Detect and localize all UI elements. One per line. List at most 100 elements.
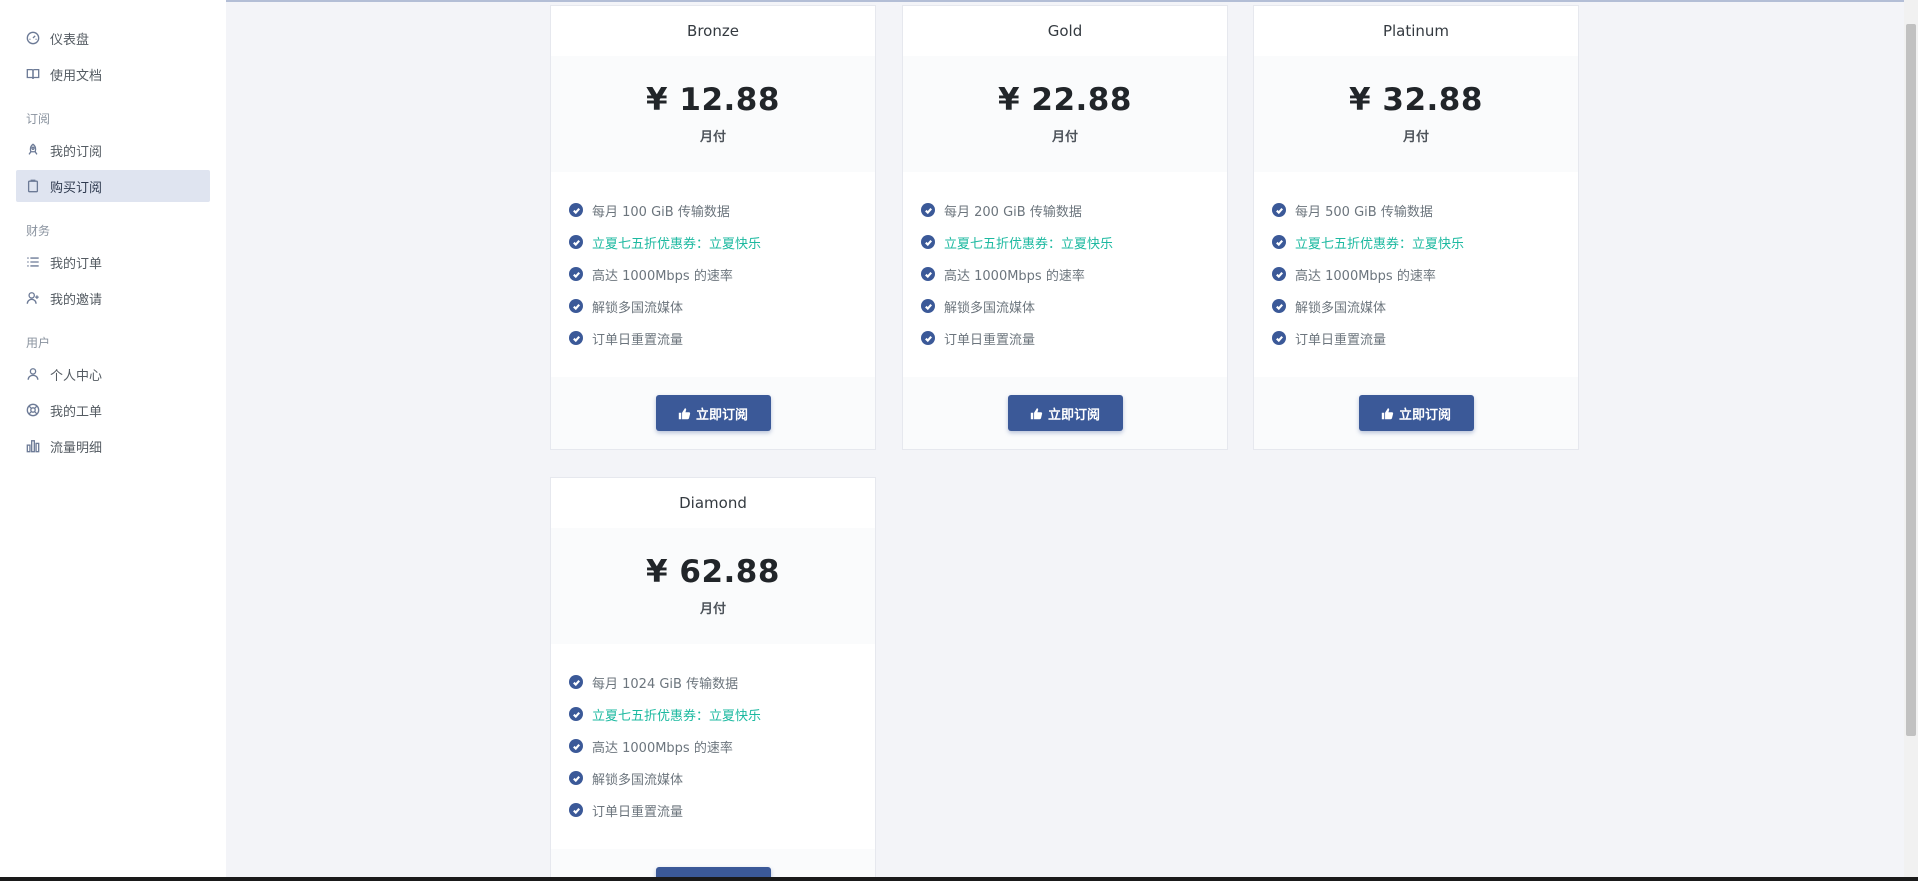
plan-period: 月付 [699,602,726,617]
sidebar-item-my-orders[interactable]: 我的订单 [16,246,210,278]
section-heading-subscription: 订阅 [26,112,51,126]
price-block: ¥ 12.88 月付 [551,56,875,172]
check-circle-icon [569,739,583,753]
support-icon [26,403,40,417]
plan-footer: 立即订阅 [551,377,875,449]
price-block: ¥ 22.88 月付 [903,56,1227,172]
check-circle-icon [921,267,935,281]
check-circle-icon [921,203,935,217]
check-circle-icon [569,707,583,721]
sidebar-item-label: 我的订单 [50,256,103,272]
check-circle-icon [569,203,583,217]
sidebar-item-docs[interactable]: 使用文档 [16,58,210,90]
sidebar-item-buy-subscription[interactable]: 购买订阅 [16,170,210,202]
dashboard-icon [26,31,40,45]
sidebar-item-my-subscription[interactable]: 我的订阅 [16,134,210,166]
subscribe-button-label: 立即订阅 [1047,407,1100,423]
plan-feature: 每月 500 GiB 传输数据 [1272,194,1578,226]
plan-feature: 立夏七五折优惠券：立夏快乐 [569,698,875,730]
plan-card: Gold ¥ 22.88 月付每月 200 GiB 传输数据立夏七五折优惠券：立夏快… [902,5,1228,450]
plan-feature-text: 高达 1000Mbps 的速率 [944,268,1085,284]
sidebar: 仪表盘 使用文档 订阅 我的订阅 购买订阅 财务 我的订单 我的邀请 用户 个人… [0,0,226,881]
sidebar-item-label: 个人中心 [50,368,103,384]
plan-feature-text: 订单日重置流量 [592,804,684,820]
check-circle-icon [1272,331,1286,345]
sidebar-item-label: 我的工单 [50,404,103,420]
plan-feature: 订单日重置流量 [569,794,875,826]
plan-period: 月付 [699,130,726,145]
plan-feature-text: 订单日重置流量 [1295,332,1387,348]
plan-card: Diamond ¥ 62.88 月付 每月 1024 GiB 传输数据 立夏七五折优惠券… [550,477,876,881]
plan-feature: 立夏七五折优惠券：立夏快乐 [569,226,875,258]
plan-footer: 立即订阅 [903,377,1227,449]
plan-feature-text: 立夏七五折优惠券：立夏快乐 [944,236,1114,252]
section-heading-finance: 财务 [26,224,51,238]
plan-price: ¥ 62.88 [646,554,780,590]
plan-feature-text: 每月 200 GiB 传输数据 [944,204,1082,220]
price-block: ¥ 62.88 月付 [551,528,875,644]
list-icon [26,255,40,269]
vertical-scrollbar[interactable] [1904,0,1918,881]
subscribe-button[interactable]: 立即订阅 [1358,395,1474,431]
sidebar-item-label: 购买订阅 [50,180,103,196]
clipboard-icon [26,179,40,193]
rocket-icon [26,143,40,157]
subscribe-button[interactable]: 立即订阅 [1007,395,1123,431]
plan-feature-text: 订单日重置流量 [592,332,684,348]
sidebar-item-tickets[interactable]: 我的工单 [16,394,210,426]
user-icon [26,367,40,381]
scroll-thumb[interactable] [1906,24,1916,736]
plan-feature-text: 订单日重置流量 [944,332,1036,348]
plans-area: Bronze ¥ 12.88 月付 每月 100 GiB 传输数据 立夏七五折优惠券：立… [226,0,1918,881]
plan-feature-text: 解锁多国流媒体 [944,300,1036,316]
sidebar-item-label: 流量明细 [50,440,103,456]
check-circle-icon [569,803,583,817]
check-circle-icon [921,235,935,249]
plan-feature: 每月 100 GiB 传输数据 [569,194,875,226]
plan-features: 每月 100 GiB 传输数据立夏七五折优惠券：立夏快乐 高达 1000Mbps … [551,172,875,377]
sidebar-item-dashboard[interactable]: 仪表盘 [16,22,210,54]
thumbs-up-icon [1381,407,1399,420]
subscribe-button[interactable]: 立即订阅 [655,395,771,431]
check-circle-icon [1272,299,1286,313]
sidebar-item-profile[interactable]: 个人中心 [16,358,210,390]
plan-feature-text: 立夏七五折优惠券：立夏快乐 [592,236,762,252]
check-circle-icon [921,331,935,345]
check-circle-icon [1272,203,1286,217]
thumbs-up-icon [1030,407,1048,420]
check-circle-icon [569,235,583,249]
plan-feature-text: 每月 500 GiB 传输数据 [1295,204,1433,220]
sidebar-item-traffic[interactable]: 流量明细 [16,430,210,462]
plan-name: Bronze [687,22,739,40]
plan-feature-text: 解锁多国流媒体 [592,772,684,788]
price-block: ¥ 32.88 月付 [1254,56,1578,172]
plan-feature: 解锁多国流媒体 [921,290,1227,322]
check-circle-icon [569,675,583,689]
plan-feature-text: 每月 1024 GiB 传输数据 [592,676,739,692]
plan-price: ¥ 12.88 [646,82,780,118]
plan-feature: 每月 1024 GiB 传输数据 [569,666,875,698]
plan-feature: 订单日重置流量 [1272,322,1578,354]
plan-name: Gold [1047,22,1083,40]
plan-price: ¥ 32.88 [1349,82,1483,118]
plan-feature: 高达 1000Mbps 的速率 [921,258,1227,290]
plan-feature: 高达 1000Mbps 的速率 [569,258,875,290]
plan-features: 每月 200 GiB 传输数据立夏七五折优惠券：立夏快乐 高达 1000Mbps … [903,172,1227,377]
plan-feature-text: 高达 1000Mbps 的速率 [592,268,733,284]
sidebar-item-label: 我的订阅 [50,144,103,160]
plan-name: Platinum [1382,22,1450,40]
plan-price: ¥ 22.88 [998,82,1132,118]
plan-feature: 立夏七五折优惠券：立夏快乐 [921,226,1227,258]
thumbs-up-icon [678,407,696,420]
plan-period: 月付 [1051,130,1078,145]
plan-feature: 订单日重置流量 [569,322,875,354]
check-circle-icon [569,771,583,785]
invite-icon [26,291,40,305]
sidebar-item-label: 我的邀请 [50,292,103,308]
plan-feature: 解锁多国流媒体 [1272,290,1578,322]
sidebar-item-my-invites[interactable]: 我的邀请 [16,282,210,314]
section-heading-user: 用户 [26,336,51,350]
plan-feature: 高达 1000Mbps 的速率 [569,730,875,762]
plan-feature: 每月 200 GiB 传输数据 [921,194,1227,226]
bottom-edge [0,877,1918,881]
